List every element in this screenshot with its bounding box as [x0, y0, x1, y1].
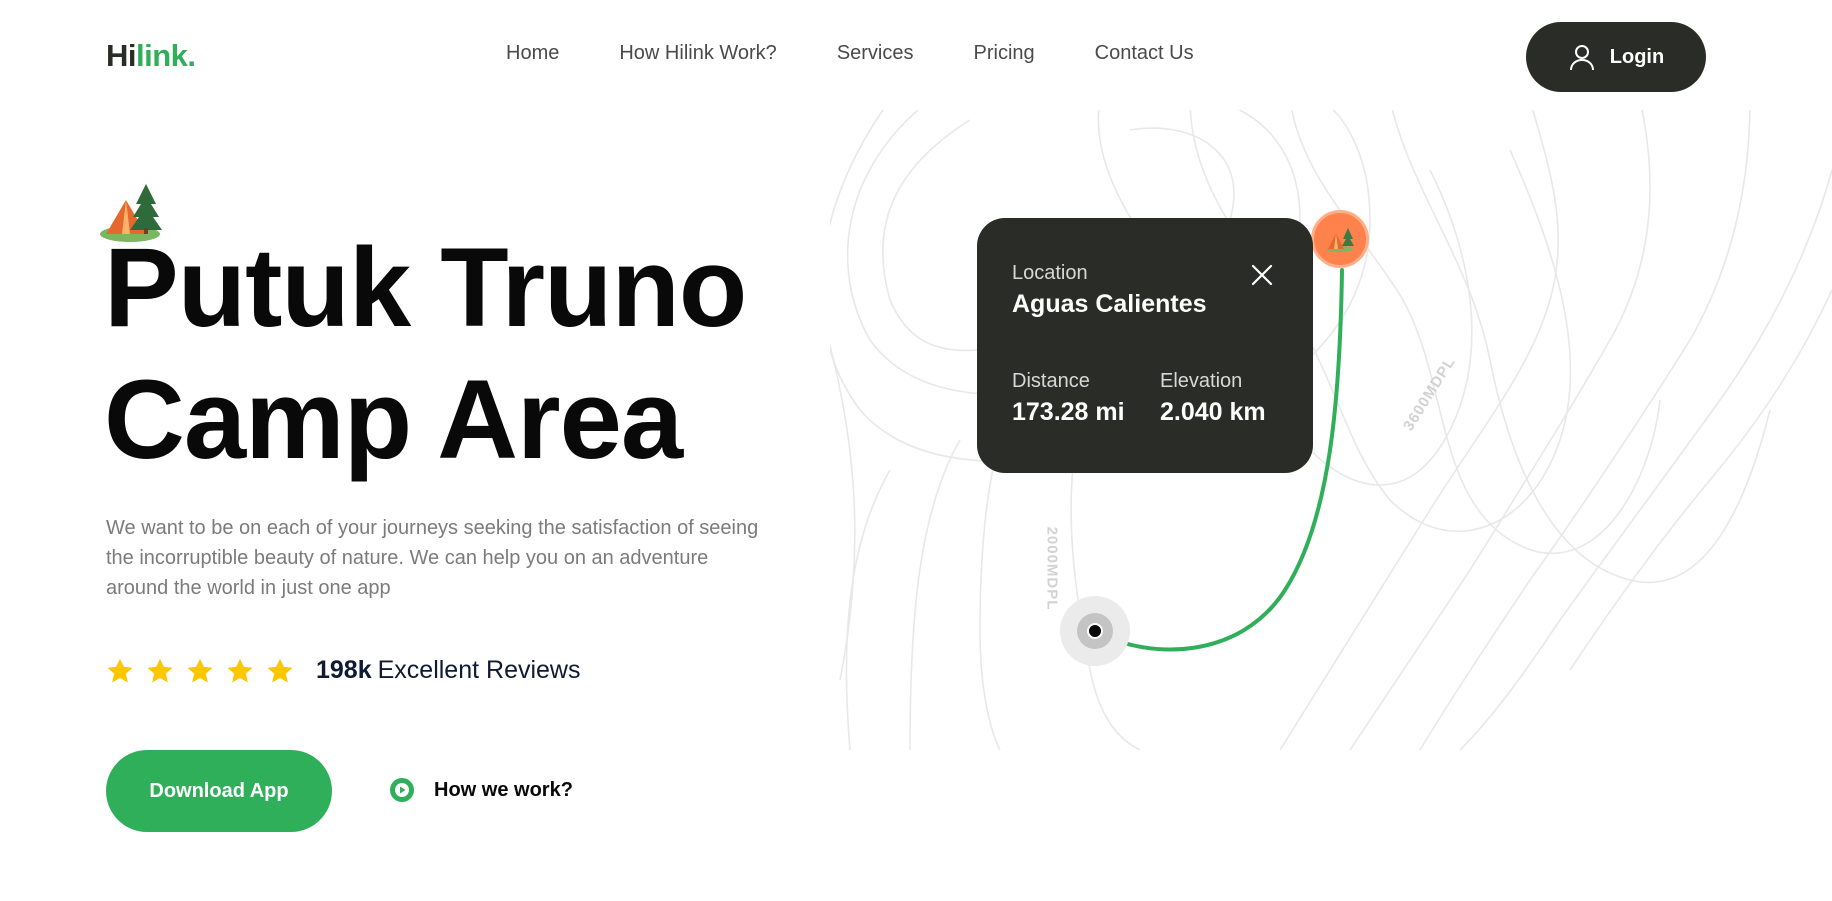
camp-tent-icon [1327, 228, 1354, 252]
destination-marker[interactable] [1311, 210, 1369, 268]
start-location-marker[interactable] [1060, 596, 1130, 666]
main-nav: Home How Hilink Work? Services Pricing C… [506, 42, 1194, 65]
hero-title-line2: Camp Area [104, 357, 683, 482]
topo-label-2000: 2000MDPL [1043, 526, 1061, 611]
nav-contact-us[interactable]: Contact Us [1095, 42, 1194, 65]
distance-label: Distance [1012, 370, 1090, 392]
location-card: Location Aguas Calientes Distance 173.28… [977, 218, 1313, 473]
nav-pricing[interactable]: Pricing [974, 42, 1035, 65]
elevation-value: 2.040 km [1160, 398, 1266, 426]
login-label: Login [1609, 45, 1665, 68]
rating: 198k Excellent Reviews [106, 656, 580, 685]
hero-title-line1: Putuk Truno [104, 225, 747, 350]
how-we-work-label: How we work? [434, 778, 573, 801]
how-we-work-link[interactable]: How we work? [388, 776, 573, 804]
star-rating [106, 657, 294, 685]
star-icon [187, 658, 213, 682]
nav-home[interactable]: Home [506, 42, 559, 65]
login-button[interactable]: Login [1526, 22, 1706, 92]
start-marker-dot [1087, 623, 1103, 639]
hero-description: We want to be on each of your journeys s… [106, 517, 759, 599]
review-count: 198k [316, 656, 372, 684]
location-value: Aguas Calientes [1012, 290, 1207, 318]
star-icon [147, 658, 173, 682]
nav-services[interactable]: Services [837, 42, 914, 65]
nav-how-hilink-work[interactable]: How Hilink Work? [619, 42, 776, 65]
star-icon [107, 658, 133, 682]
logo-part-link: link. [136, 38, 196, 73]
close-icon[interactable] [1249, 262, 1275, 288]
star-icon [227, 658, 253, 682]
star-icon [267, 658, 293, 682]
hero-title: Putuk Truno Camp Area [104, 222, 747, 486]
review-text: Excellent Reviews [377, 656, 581, 684]
download-app-button[interactable]: Download App [106, 750, 332, 832]
elevation-label: Elevation [1160, 370, 1243, 392]
user-icon [1569, 45, 1594, 71]
logo[interactable]: Hilink. [106, 38, 196, 74]
play-icon [390, 778, 414, 802]
distance-value: 173.28 mi [1012, 398, 1125, 426]
logo-part-hi: Hi [106, 38, 137, 73]
location-label: Location [1012, 262, 1088, 284]
